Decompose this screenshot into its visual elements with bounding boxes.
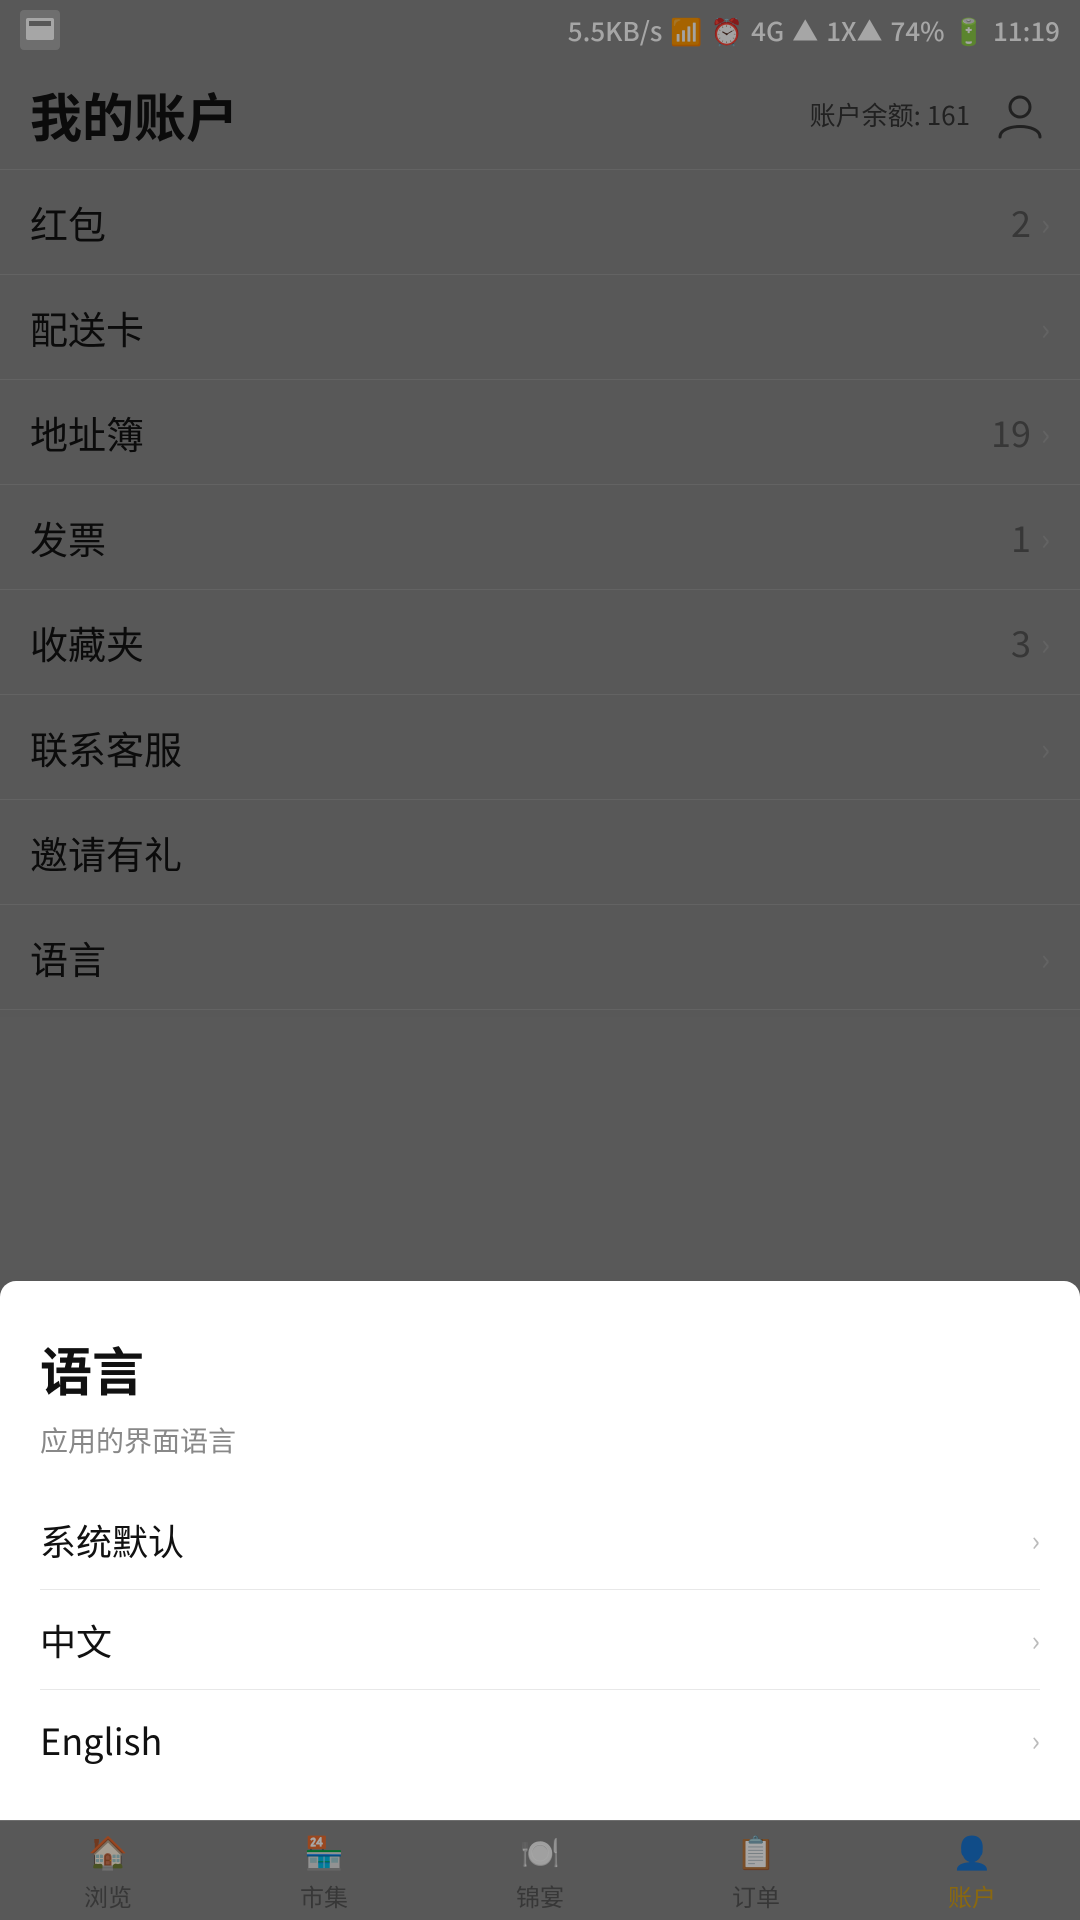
dialog-option-chinese[interactable]: 中文 › (40, 1590, 1040, 1690)
dialog-option-label-system-default: 系统默认 (40, 1514, 184, 1566)
dialog-chevron-english: › (1032, 1720, 1040, 1760)
dialog-chevron-system-default: › (1032, 1520, 1040, 1560)
dialog-option-label-english: English (40, 1714, 162, 1766)
dialog-option-label-chinese: 中文 (40, 1614, 112, 1666)
dialog-chevron-chinese: › (1032, 1620, 1040, 1660)
dialog-option-system-default[interactable]: 系统默认 › (40, 1490, 1040, 1590)
dialog-title: 语言 (40, 1331, 1040, 1406)
dialog-subtitle: 应用的界面语言 (40, 1420, 1040, 1460)
dialog-option-english[interactable]: English › (40, 1690, 1040, 1790)
language-dialog-overlay[interactable]: 语言 应用的界面语言 系统默认 › 中文 › English › (0, 0, 1080, 1920)
language-dialog: 语言 应用的界面语言 系统默认 › 中文 › English › (0, 1281, 1080, 1820)
